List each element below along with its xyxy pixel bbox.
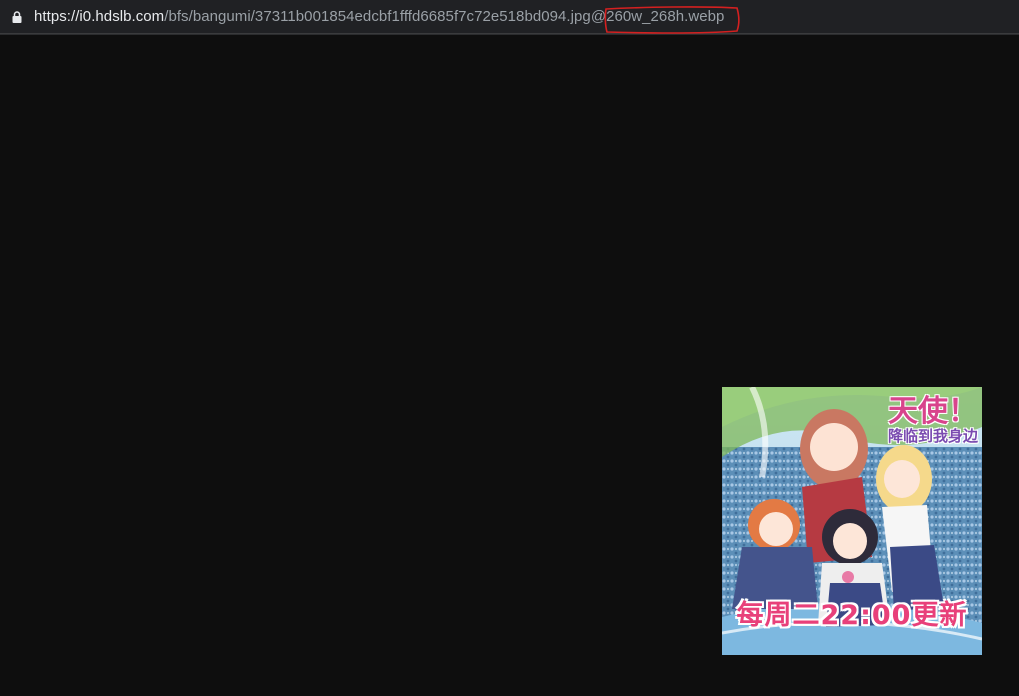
poster-title-line1: 天使！ (888, 394, 978, 429)
address-bar-field[interactable]: https://i0.hdslb.com/bfs/bangumi/37311b0… (0, 0, 1019, 34)
url-host: i0.hdslb.com (79, 8, 165, 25)
poster-schedule-text: 每周二22:00更新 (736, 600, 968, 631)
lock-icon[interactable] (12, 10, 22, 23)
url-path: /bfs/bangumi/37311b001854edcbf1fffd6685f… (164, 8, 591, 25)
poster-title-line2: 降临到我身边 (888, 427, 979, 445)
anime-poster-image[interactable]: 天使！ 降临到我身边 每周二22:00更新 (722, 387, 982, 655)
url-scheme: https:// (34, 8, 80, 25)
url-suffix: @260w_268h.webp (590, 8, 725, 25)
url-text[interactable]: https://i0.hdslb.com/bfs/bangumi/37311b0… (34, 8, 724, 25)
poster-title: 天使！ 降临到我身边 (888, 397, 978, 444)
address-bar: https://i0.hdslb.com/bfs/bangumi/37311b0… (0, 0, 1019, 35)
